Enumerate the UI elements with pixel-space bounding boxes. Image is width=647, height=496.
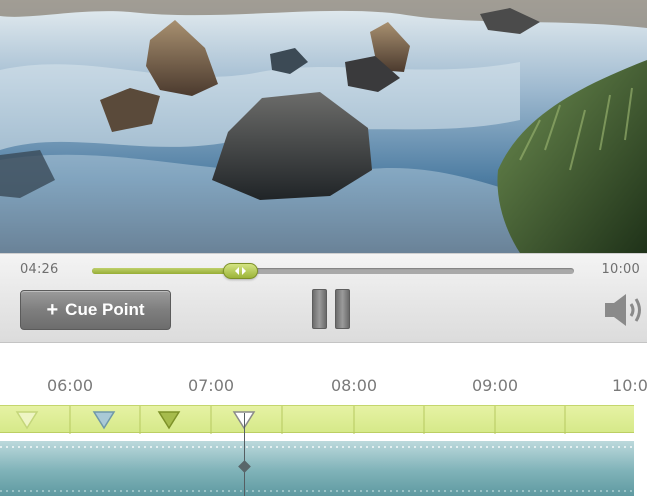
video-track-edge	[0, 446, 634, 492]
timeline-tick-label: 08:00	[330, 376, 378, 395]
current-time: 04:26	[20, 262, 59, 277]
video-track[interactable]	[0, 441, 634, 496]
cue-point-label: Cue Point	[65, 300, 145, 319]
cue-point-track[interactable]	[0, 405, 634, 434]
plus-icon: +	[46, 299, 59, 321]
playhead-line[interactable]	[244, 413, 245, 496]
slider-grip-icon	[234, 267, 246, 275]
total-time: 10:00	[601, 262, 640, 277]
cue-marker-icon[interactable]	[157, 410, 181, 430]
progress-handle[interactable]	[222, 263, 258, 279]
video-frame[interactable]	[0, 0, 647, 253]
progress-fill	[92, 268, 240, 274]
progress-slider[interactable]	[92, 263, 574, 279]
add-cue-point-button[interactable]: + Cue Point	[20, 290, 171, 330]
speaker-icon[interactable]	[604, 292, 647, 328]
timeline-tick-label: 09:00	[471, 376, 519, 395]
player-controls: 04:26 10:00 + Cue Point	[0, 253, 647, 343]
timeline[interactable]: 06:00 07:00 08:00 09:00 10:0	[0, 343, 647, 496]
cue-marker-icon[interactable]	[15, 410, 39, 430]
timeline-tick-label: 06:00	[46, 376, 94, 395]
video-scene	[0, 0, 647, 253]
timeline-tick-label: 07:00	[187, 376, 235, 395]
timeline-tick-label: 10:0	[612, 376, 647, 395]
cue-marker-icon[interactable]	[92, 410, 116, 430]
pause-button[interactable]	[312, 289, 352, 329]
